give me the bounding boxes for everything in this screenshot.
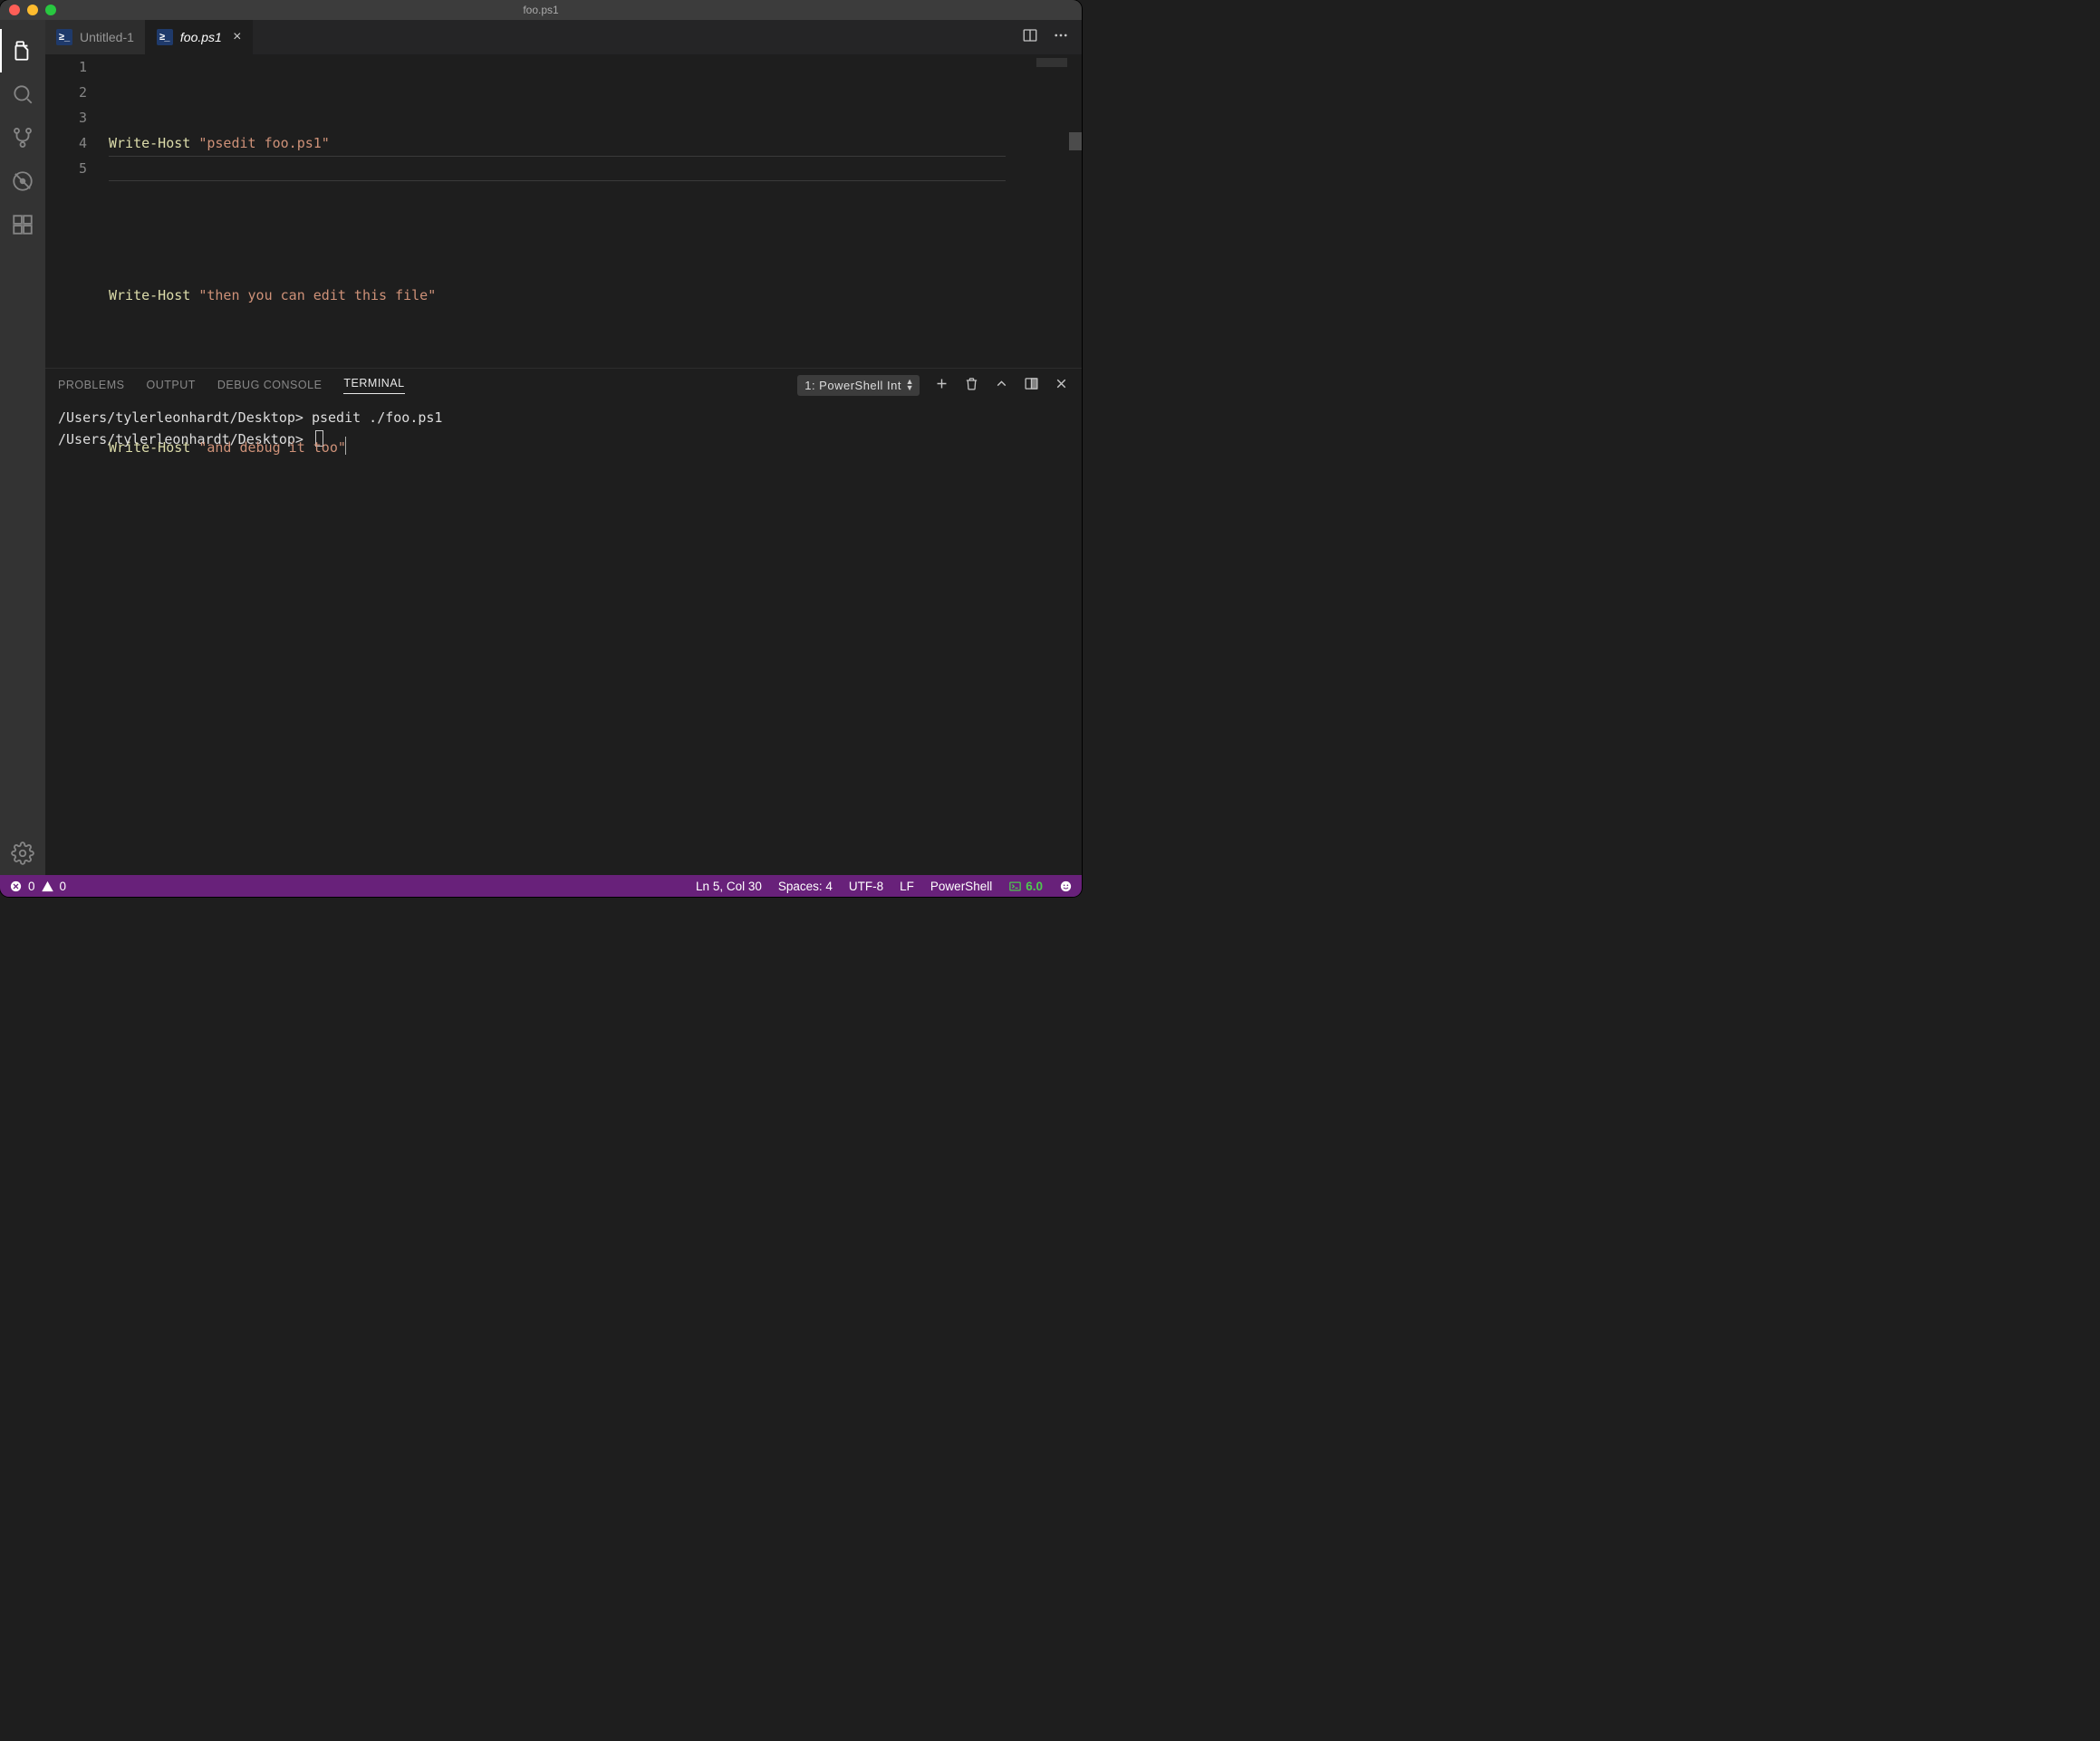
minimize-window-button[interactable] xyxy=(27,5,38,15)
code-line: Write-Host "and debug it too" xyxy=(109,435,1033,460)
status-encoding[interactable]: UTF-8 xyxy=(849,880,883,893)
source-control-icon[interactable] xyxy=(0,116,45,159)
tab-label: foo.ps1 xyxy=(180,30,222,44)
search-icon[interactable] xyxy=(0,72,45,116)
powershell-icon: ≥_ xyxy=(56,29,72,45)
status-feedback-icon[interactable] xyxy=(1059,880,1073,893)
status-powershell-version[interactable]: 6.0 xyxy=(1008,880,1043,893)
warning-count: 0 xyxy=(60,880,67,893)
line-number-gutter: 1 2 3 4 5 xyxy=(45,54,109,368)
zoom-window-button[interactable] xyxy=(45,5,56,15)
code-line: Write-Host "psedit foo.ps1" xyxy=(109,130,1033,156)
status-indentation[interactable]: Spaces: 4 xyxy=(778,880,833,893)
more-actions-icon[interactable] xyxy=(1053,27,1069,48)
line-number: 3 xyxy=(45,105,87,130)
code-editor[interactable]: 1 2 3 4 5 Write-Host "psedit foo.ps1" Wr… xyxy=(45,54,1082,368)
app-body: ≥_ Untitled-1 ≥_ foo.ps1 × xyxy=(0,20,1082,875)
current-line-highlight xyxy=(109,156,1006,181)
status-eol[interactable]: LF xyxy=(900,880,914,893)
line-number: 4 xyxy=(45,130,87,156)
tab-foo-ps1[interactable]: ≥_ foo.ps1 × xyxy=(146,20,253,54)
title-bar: foo.ps1 xyxy=(0,0,1082,20)
explorer-icon[interactable] xyxy=(0,29,45,72)
activity-bar xyxy=(0,20,45,875)
debug-icon[interactable] xyxy=(0,159,45,203)
window-title: foo.ps1 xyxy=(0,4,1082,16)
overview-ruler[interactable] xyxy=(1069,54,1082,368)
line-number: 2 xyxy=(45,80,87,105)
extensions-icon[interactable] xyxy=(0,203,45,246)
error-count: 0 xyxy=(28,880,35,893)
tab-bar: ≥_ Untitled-1 ≥_ foo.ps1 × xyxy=(45,20,1082,54)
close-tab-icon[interactable]: × xyxy=(229,30,241,44)
powershell-icon: ≥_ xyxy=(157,29,173,45)
status-language-mode[interactable]: PowerShell xyxy=(930,880,992,893)
code-area[interactable]: Write-Host "psedit foo.ps1" Write-Host "… xyxy=(109,54,1033,368)
code-line xyxy=(109,207,1033,232)
minimap[interactable] xyxy=(1033,54,1069,368)
line-number: 5 xyxy=(45,156,87,181)
terminal-selector[interactable]: 1: PowerShell Int ▲▼ xyxy=(797,379,920,392)
code-line: Write-Host "then you can edit this file" xyxy=(109,283,1033,308)
status-problems[interactable]: 0 0 xyxy=(9,880,66,893)
split-editor-icon[interactable] xyxy=(1022,27,1038,48)
tab-label: Untitled-1 xyxy=(80,30,134,44)
editor-group: ≥_ Untitled-1 ≥_ foo.ps1 × xyxy=(45,20,1082,875)
text-cursor xyxy=(345,437,346,455)
settings-gear-icon[interactable] xyxy=(0,832,45,875)
status-cursor-position[interactable]: Ln 5, Col 30 xyxy=(696,880,762,893)
line-number: 1 xyxy=(45,54,87,80)
tab-untitled[interactable]: ≥_ Untitled-1 xyxy=(45,20,146,54)
status-bar: 0 0 Ln 5, Col 30 Spaces: 4 UTF-8 LF Powe… xyxy=(0,875,1082,897)
close-window-button[interactable] xyxy=(9,5,20,15)
close-panel-icon[interactable] xyxy=(1054,376,1069,394)
editor-actions xyxy=(1022,20,1082,54)
app-window: foo.ps1 xyxy=(0,0,1082,897)
window-controls xyxy=(0,5,56,15)
